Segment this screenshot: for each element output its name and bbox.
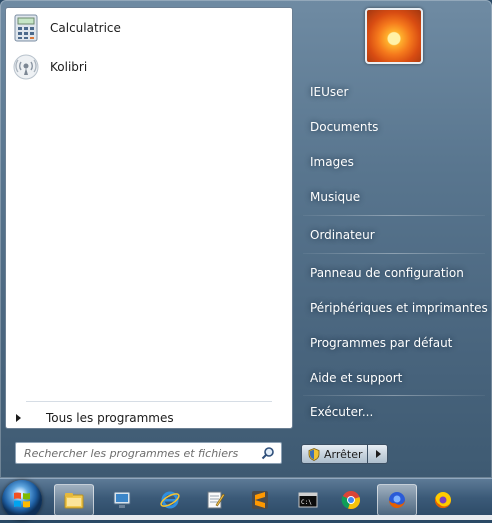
- pinned-item-label: Calculatrice: [50, 21, 121, 35]
- pinned-item-kolibri[interactable]: Kolibri: [10, 51, 288, 83]
- firefox-icon: [434, 492, 451, 509]
- right-item-label: Aide et support: [310, 371, 403, 385]
- taskbar-item-cmd[interactable]: C:\: [288, 484, 328, 516]
- windows-logo-icon: [14, 492, 30, 508]
- right-item-documents[interactable]: Documents: [303, 114, 489, 140]
- shutdown-label: Arrêter: [324, 447, 363, 461]
- right-item-user[interactable]: IEUser: [303, 79, 489, 105]
- all-programs-label: Tous les programmes: [46, 411, 174, 425]
- user-picture[interactable]: [365, 8, 423, 64]
- bottom-strip: [0, 515, 492, 520]
- arrow-right-icon: [376, 450, 381, 458]
- taskbar-item-notepad[interactable]: [195, 484, 235, 516]
- network-icon: [113, 491, 131, 508]
- right-item-label: Programmes par défaut: [310, 336, 453, 350]
- search-icon[interactable]: [261, 446, 275, 460]
- pinned-item-calculator[interactable]: Calculatrice: [10, 12, 288, 44]
- calculator-icon: [12, 14, 40, 42]
- right-separator: [303, 215, 485, 216]
- right-item-label: Panneau de configuration: [310, 266, 464, 280]
- right-separator: [303, 253, 485, 254]
- right-item-computer[interactable]: Ordinateur: [303, 222, 489, 248]
- start-menu: Calculatrice Kolibri Tous les programmes: [0, 0, 492, 478]
- right-item-label: IEUser: [310, 85, 349, 99]
- all-programs-button[interactable]: Tous les programmes: [12, 407, 282, 429]
- taskbar-item-chrome[interactable]: [331, 484, 371, 516]
- firefox-icon: [389, 492, 405, 508]
- programs-pane: Calculatrice Kolibri Tous les programmes: [5, 7, 293, 429]
- taskbar-item-ie[interactable]: [150, 484, 190, 516]
- search-box[interactable]: [15, 442, 282, 464]
- start-button[interactable]: [2, 480, 42, 520]
- taskbar-item-firefox[interactable]: [423, 484, 463, 516]
- notepad-icon: [207, 491, 225, 509]
- shutdown-control: Arrêter: [301, 444, 388, 464]
- right-item-run[interactable]: Exécuter...: [303, 399, 489, 425]
- right-item-label: Exécuter...: [310, 405, 374, 419]
- svg-text:C:\: C:\: [301, 499, 312, 506]
- shutdown-options-button[interactable]: [368, 444, 388, 464]
- taskbar-item-sublime[interactable]: [240, 484, 280, 516]
- right-item-label: Périphériques et imprimantes: [310, 301, 488, 315]
- chrome-icon: [341, 491, 361, 510]
- right-item-images[interactable]: Images: [303, 149, 489, 175]
- internet-explorer-icon: [160, 491, 180, 509]
- file-explorer-icon: [64, 493, 84, 509]
- search-area: [5, 430, 293, 475]
- shield-icon: [308, 447, 320, 461]
- right-separator: [303, 395, 485, 396]
- pinned-item-label: Kolibri: [50, 60, 88, 74]
- command-prompt-icon: C:\: [298, 492, 318, 508]
- right-item-label: Musique: [310, 190, 361, 204]
- right-item-music[interactable]: Musique: [303, 184, 489, 210]
- right-item-devices-printers[interactable]: Périphériques et imprimantes: [303, 295, 489, 321]
- right-item-default-programs[interactable]: Programmes par défaut: [303, 330, 489, 356]
- shutdown-button[interactable]: Arrêter: [301, 444, 368, 464]
- taskbar-item-firefox-active[interactable]: [377, 484, 417, 516]
- arrow-right-icon: [16, 414, 21, 422]
- right-item-label: Ordinateur: [310, 228, 375, 242]
- taskbar-item-explorer[interactable]: [54, 484, 94, 516]
- sublime-text-icon: [252, 491, 268, 509]
- right-item-label: Documents: [310, 120, 379, 134]
- programs-separator: [26, 401, 272, 402]
- search-input[interactable]: [22, 445, 261, 461]
- right-item-label: Images: [310, 155, 354, 169]
- right-item-control-panel[interactable]: Panneau de configuration: [303, 260, 489, 286]
- right-item-help-support[interactable]: Aide et support: [303, 365, 489, 391]
- kolibri-icon: [12, 53, 40, 81]
- taskbar-item-network[interactable]: [102, 484, 142, 516]
